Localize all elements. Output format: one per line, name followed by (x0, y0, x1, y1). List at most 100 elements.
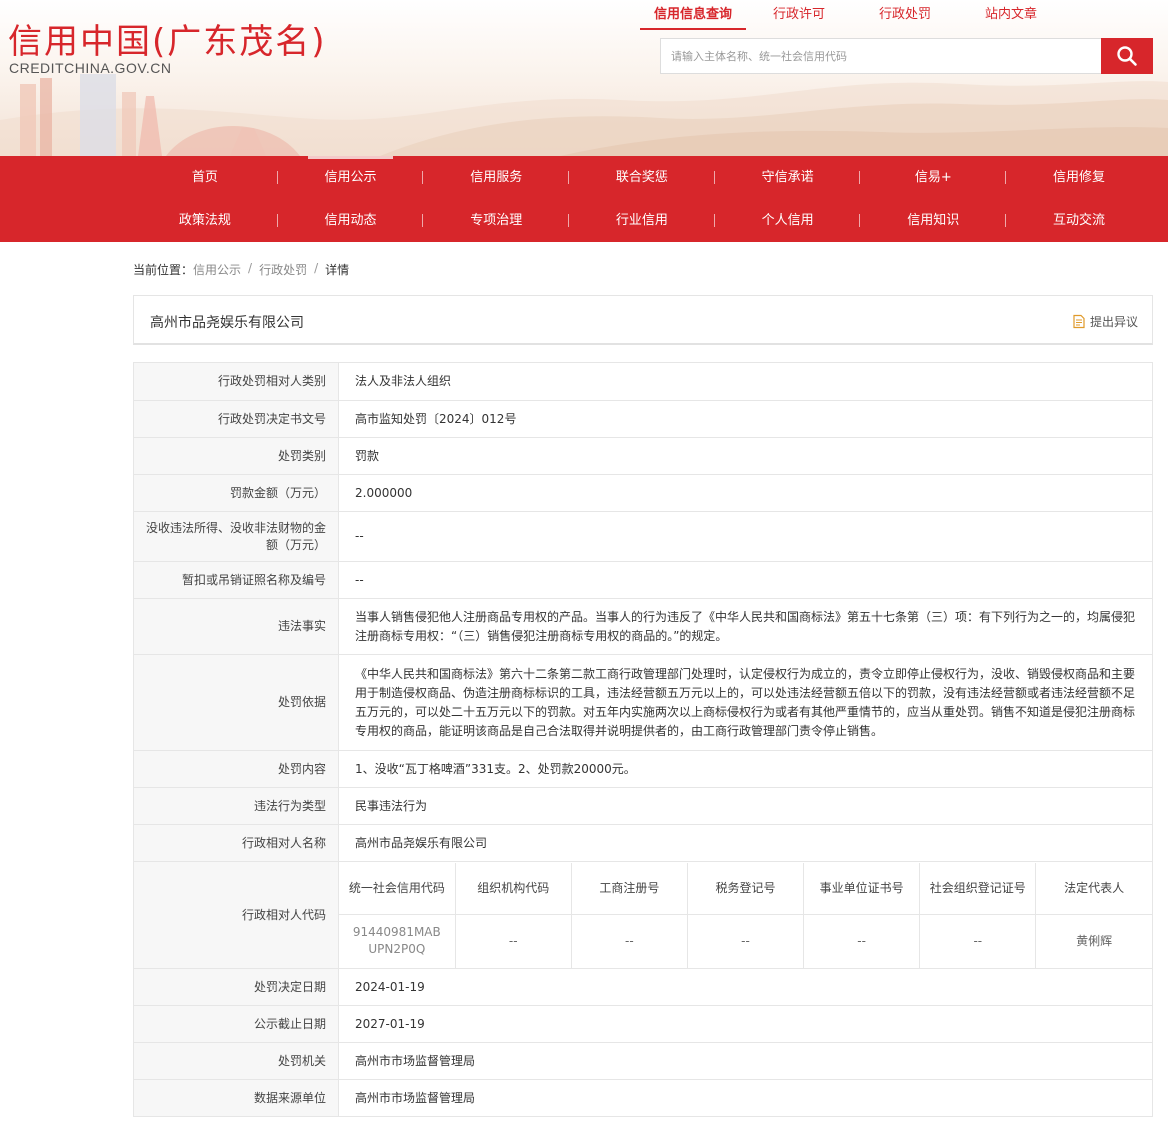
breadcrumb-admin-penalty[interactable]: 行政处罚 (259, 261, 307, 278)
detail-row-behavior-type: 违法行为类型 民事违法行为 (133, 787, 1153, 825)
detail-value: 高市监知处罚〔2024〕012号 (338, 400, 1153, 438)
top-link-credit-query[interactable]: 信用信息查询 (640, 6, 746, 30)
detail-label: 处罚类别 (133, 437, 339, 475)
party-code-header: 统一社会信用代码 (348, 880, 445, 895)
detail-value: 罚款 (338, 437, 1153, 475)
detail-row-party-code: 行政相对人代码 统一社会信用代码 组织机构代码 工商注册号 税务登记号 事业单位… (133, 861, 1153, 969)
detail-value: 2024-01-19 (338, 968, 1153, 1006)
party-code-cell: 统一社会信用代码 组织机构代码 工商注册号 税务登记号 事业单位证书号 社会组织… (338, 861, 1153, 969)
detail-row-decision-no: 行政处罚决定书文号 高市监知处罚〔2024〕012号 (133, 400, 1153, 438)
party-code-header-row: 统一社会信用代码 组织机构代码 工商注册号 税务登记号 事业单位证书号 社会组织… (339, 862, 1152, 915)
detail-row-party-name: 行政相对人名称 高州市品尧娱乐有限公司 (133, 824, 1153, 862)
site-logo-domain: CREDITCHINA.GOV.CN (9, 60, 172, 76)
top-link-admin-license[interactable]: 行政许可 (746, 6, 852, 30)
top-link-site-articles[interactable]: 站内文章 (958, 6, 1064, 30)
breadcrumb-separator: / (314, 261, 319, 275)
nav-item-label: 政策法规 (178, 213, 231, 228)
top-links: 信用信息查询 行政许可 行政处罚 站内文章 (640, 6, 1064, 30)
top-link-admin-penalty[interactable]: 行政处罚 (852, 6, 958, 30)
nav-item-xinyi-plus[interactable]: 信易+ (860, 156, 1007, 199)
nav-item-label: 信用修复 (1052, 170, 1105, 185)
detail-value: 当事人销售侵犯他人注册商品专用权的产品。当事人的行为违反了《中华人民共和国商标法… (338, 598, 1153, 655)
nav-item-personal-credit[interactable]: 个人信用 (715, 199, 861, 242)
detail-row-license: 暂扣或吊销证照名称及编号 -- (133, 561, 1153, 599)
company-title: 高州市品尧娱乐有限公司 (150, 315, 304, 331)
nav-item-label: 信用公示 (324, 170, 377, 185)
raise-objection-label: 提出异议 (1089, 315, 1138, 329)
nav-row-1: 首页 信用公示 信用服务 联合奖惩 守信承诺 信易+ 信用修复 (132, 156, 1152, 199)
detail-row-decision-date: 处罚决定日期 2024-01-19 (133, 968, 1153, 1006)
party-code-header: 事业单位证书号 (803, 862, 920, 915)
detail-value: 高州市市场监督管理局 (338, 1042, 1153, 1080)
party-code-header: 工商注册号 (570, 862, 688, 915)
nav-item-label: 信用知识 (907, 213, 960, 228)
detail-row-facts: 违法事实 当事人销售侵犯他人注册商品专用权的产品。当事人的行为违反了《中华人民共… (133, 598, 1153, 655)
nav-item-credit-news[interactable]: 信用动态 (278, 199, 424, 242)
detail-label: 违法事实 (133, 598, 339, 655)
raise-objection-button[interactable]: 提出异议 (1072, 313, 1138, 330)
nav-item-label: 行业信用 (615, 213, 668, 228)
company-title-box: 高州市品尧娱乐有限公司 提出异议 (133, 295, 1153, 345)
nav-item-credit-knowledge[interactable]: 信用知识 (860, 199, 1007, 242)
site-logo-text[interactable]: 信用中国(广东茂名) (8, 14, 327, 63)
detail-label: 公示截止日期 (133, 1005, 339, 1043)
detail-row-deadline: 公示截止日期 2027-01-19 (133, 1005, 1153, 1043)
party-code-header: 社会组织登记证号 (919, 862, 1036, 915)
detail-label: 处罚决定日期 (133, 968, 339, 1006)
nav-item-policies[interactable]: 政策法规 (132, 199, 278, 242)
nav-item-interaction[interactable]: 互动交流 (1006, 199, 1152, 242)
party-code-value-row: 91440981MAB UPN2P0Q -- -- -- -- -- 黄俐辉 (339, 914, 1152, 968)
detail-value: 法人及非法人组织 (338, 362, 1153, 401)
breadcrumb-separator: / (248, 261, 253, 275)
detail-value: 高州市市场监督管理局 (338, 1079, 1153, 1117)
detail-row-basis: 处罚依据 《中华人民共和国商标法》第六十二条第二款工商行政管理部门处理时，认定侵… (133, 654, 1153, 751)
nav-item-label: 首页 (191, 170, 218, 185)
detail-row-source: 数据来源单位 高州市市场监督管理局 (133, 1079, 1153, 1117)
nav-item-label: 联合奖惩 (615, 170, 668, 185)
detail-row-authority: 处罚机关 高州市市场监督管理局 (133, 1042, 1153, 1080)
nav-item-label: 信易+ (914, 170, 952, 185)
detail-value: 高州市品尧娱乐有限公司 (338, 824, 1153, 862)
detail-value: 1、没收“瓦丁格啤酒”331支。2、处罚款20000元。 (338, 750, 1153, 788)
detail-label: 数据来源单位 (133, 1079, 339, 1117)
detail-label: 处罚依据 (133, 654, 339, 751)
party-code-table: 统一社会信用代码 组织机构代码 工商注册号 税务登记号 事业单位证书号 社会组织… (339, 862, 1152, 968)
nav-item-label: 信用服务 (470, 170, 523, 185)
detail-value: -- (338, 561, 1153, 599)
party-code-value: 黄俐辉 (1035, 914, 1152, 968)
detail-label: 行政处罚相对人类别 (133, 362, 339, 401)
detail-value: 2027-01-19 (338, 1005, 1153, 1043)
nav-item-credit-publicity[interactable]: 信用公示 (278, 156, 424, 199)
detail-value: -- (338, 511, 1153, 562)
search-button[interactable] (1101, 38, 1153, 74)
detail-label: 没收违法所得、没收非法财物的金额（万元） (133, 511, 339, 562)
nav-item-special-governance[interactable]: 专项治理 (423, 199, 570, 242)
nav-item-label: 专项治理 (470, 213, 523, 228)
detail-label: 违法行为类型 (133, 787, 339, 825)
nav-item-industry-credit[interactable]: 行业信用 (569, 199, 715, 242)
nav-item-credit-service[interactable]: 信用服务 (423, 156, 570, 199)
nav-item-credit-repair[interactable]: 信用修复 (1006, 156, 1152, 199)
detail-row-fine: 罚款金额（万元） 2.000000 (133, 474, 1153, 512)
detail-row-party-type: 行政处罚相对人类别 法人及非法人组织 (133, 362, 1153, 401)
nav-item-home[interactable]: 首页 (132, 156, 278, 199)
party-code-value: -- (454, 914, 572, 968)
party-code-header: 税务登记号 (686, 862, 804, 915)
breadcrumb-credit-publicity[interactable]: 信用公示 (193, 261, 241, 278)
nav-item-label: 互动交流 (1052, 213, 1105, 228)
detail-label: 处罚内容 (133, 750, 339, 788)
nav-item-label: 信用动态 (324, 213, 377, 228)
nav-item-credit-commitment[interactable]: 守信承诺 (715, 156, 861, 199)
detail-label: 处罚机关 (133, 1042, 339, 1080)
breadcrumb: 当前位置： 信用公示 / 行政处罚 / 详情 (133, 261, 349, 278)
nav-item-joint-reward-punish[interactable]: 联合奖惩 (569, 156, 715, 199)
party-code-value: -- (570, 914, 688, 968)
search-input[interactable] (661, 39, 1101, 73)
party-code-value: -- (686, 914, 804, 968)
search-bar (660, 38, 1153, 74)
breadcrumb-current: 详情 (325, 263, 350, 277)
party-code-header: 法定代表人 (1035, 862, 1152, 915)
nav-item-label: 守信承诺 (761, 170, 814, 185)
penalty-detail-table: 行政处罚相对人类别 法人及非法人组织 行政处罚决定书文号 高市监知处罚〔2024… (133, 362, 1153, 1117)
nav-row-2: 政策法规 信用动态 专项治理 行业信用 个人信用 信用知识 互动交流 (132, 199, 1152, 242)
